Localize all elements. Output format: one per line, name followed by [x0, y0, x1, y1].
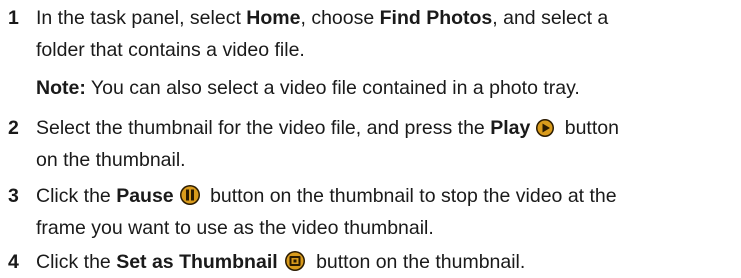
step-number: 3	[8, 185, 19, 207]
step-number: 2	[8, 117, 19, 139]
note-label: Note:	[36, 77, 86, 99]
step-text: Select the thumbnail for the video file,…	[36, 116, 619, 144]
play-label: Play	[490, 117, 531, 139]
step-text: Click the Pause button on the thumbnail …	[36, 184, 617, 212]
play-icon	[535, 118, 555, 144]
pause-label: Pause	[116, 185, 174, 207]
home-label: Home	[246, 7, 301, 29]
step-number: 4	[8, 251, 19, 273]
step-text: In the task panel, select Home, choose F…	[36, 7, 609, 29]
step-text: Click the Set as Thumbnail button on the…	[36, 250, 525, 278]
pause-icon	[179, 184, 201, 212]
set-thumbnail-icon	[283, 250, 307, 278]
find-photos-label: Find Photos	[379, 7, 493, 29]
instruction-steps: 1 In the task panel, select Home, choose…	[0, 0, 741, 278]
set-as-thumbnail-label: Set as Thumbnail	[116, 251, 278, 273]
step-number: 1	[8, 7, 19, 29]
